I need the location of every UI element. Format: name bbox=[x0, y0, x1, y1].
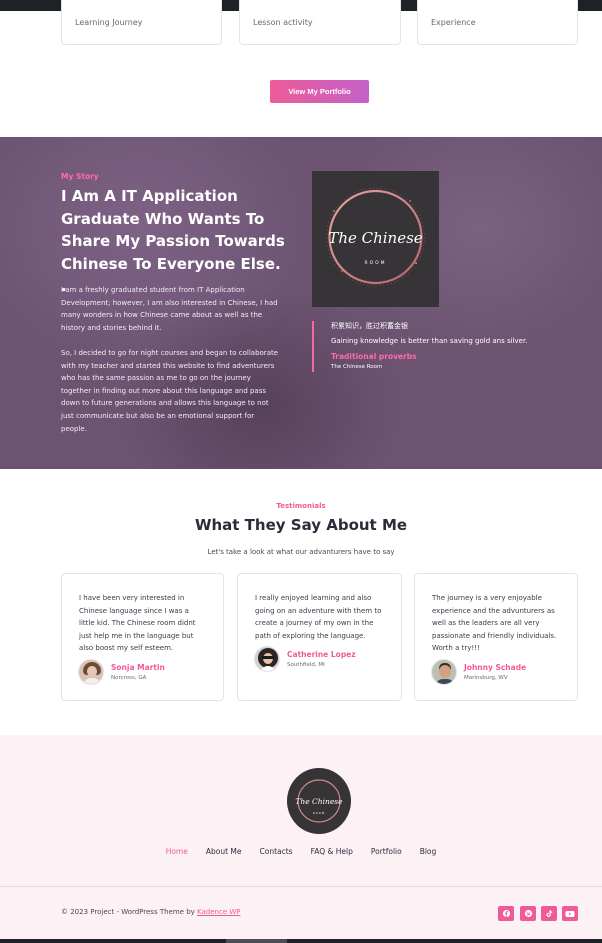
author-location: Norcross, GA bbox=[111, 675, 147, 681]
kadence-wp-link[interactable]: Kadence WP bbox=[197, 908, 240, 916]
avatar bbox=[431, 659, 457, 685]
footer-nav-faq-help[interactable]: FAQ & Help bbox=[311, 847, 353, 856]
author-location: Marinsburg, WV bbox=[464, 675, 508, 681]
author-name: Sonja Martin bbox=[111, 663, 165, 672]
tiktok-icon[interactable] bbox=[541, 906, 557, 921]
author-name: Catherine Lopez bbox=[287, 650, 356, 659]
quote-english: Gaining knowledge is better than saving … bbox=[331, 337, 528, 345]
footer-nav-portfolio[interactable]: Portfolio bbox=[371, 847, 402, 856]
view-portfolio-button[interactable]: View My Portfolio bbox=[270, 80, 369, 103]
footer-nav-blog[interactable]: Blog bbox=[420, 847, 437, 856]
story-paragraph: I am a freshly graduated student from IT… bbox=[61, 286, 278, 332]
footer-logo[interactable]: The Chinese ROOM bbox=[287, 768, 351, 834]
author-name: Johnny Schade bbox=[464, 663, 527, 672]
browser-bottom-bar bbox=[0, 939, 602, 943]
feature-card-learning-journey[interactable]: Learning Journey bbox=[61, 0, 222, 45]
avatar bbox=[78, 659, 104, 685]
quote-source: The Chinese Room bbox=[331, 364, 383, 370]
feature-card-label: Lesson activity bbox=[253, 18, 313, 27]
footer-nav-about-me[interactable]: About Me bbox=[206, 847, 242, 856]
section-eyebrow: Testimonials bbox=[276, 502, 326, 510]
site-footer: The Chinese ROOM Home About Me Contacts … bbox=[0, 735, 602, 943]
logo-ring-icon: The Chinese ROOM bbox=[326, 187, 425, 287]
my-story-section: My Story I Am A IT Application Graduate … bbox=[0, 137, 602, 469]
testimonial-card: I really enjoyed learning and also going… bbox=[237, 573, 402, 701]
svg-text:ROOM: ROOM bbox=[313, 811, 325, 815]
footer-nav-contacts[interactable]: Contacts bbox=[260, 847, 293, 856]
youtube-icon[interactable] bbox=[562, 906, 578, 921]
feature-card-label: Learning Journey bbox=[75, 18, 143, 27]
quote-chinese: 积累知识，胜过积蓄金银 bbox=[331, 322, 408, 330]
feature-card-label: Experience bbox=[431, 18, 476, 27]
proverb-quote: 积累知识，胜过积蓄金银 Gaining knowledge is better … bbox=[312, 321, 552, 372]
story-paragraph: So, I decided to go for night courses an… bbox=[61, 349, 279, 433]
pinterest-icon[interactable] bbox=[520, 906, 536, 921]
svg-text:The Chinese: The Chinese bbox=[295, 797, 343, 806]
feature-card-experience[interactable]: Experience bbox=[417, 0, 578, 45]
copyright-prefix: © 2023 Project - WordPress Theme by bbox=[61, 908, 198, 916]
testimonial-author: Sonja Martin Norcross, GA bbox=[78, 659, 165, 685]
author-location: Southfield, MI bbox=[287, 662, 325, 668]
testimonial-text: I have been very interested in Chinese l… bbox=[79, 594, 196, 653]
quote-label: Traditional proverbs bbox=[331, 352, 417, 361]
testimonial-card: I have been very interested in Chinese l… bbox=[61, 573, 224, 701]
chinese-room-logo: The Chinese ROOM bbox=[312, 171, 439, 307]
feature-cards: Learning Journey Lesson activity Experie… bbox=[61, 0, 578, 45]
testimonial-author: Johnny Schade Marinsburg, WV bbox=[431, 659, 526, 685]
testimonial-text: The journey is a very enjoyable experien… bbox=[432, 594, 557, 653]
testimonials-subtitle: Let's take a look at what our advanturer… bbox=[207, 548, 395, 556]
svg-text:ROOM: ROOM bbox=[364, 260, 386, 266]
section-eyebrow: My Story bbox=[61, 172, 99, 181]
story-heading: I Am A IT Application Graduate Who Wants… bbox=[61, 187, 285, 295]
testimonials-heading: What They Say About Me bbox=[194, 516, 408, 534]
facebook-icon[interactable] bbox=[498, 906, 514, 921]
testimonial-text: I really enjoyed learning and also going… bbox=[255, 594, 382, 640]
feature-card-lesson-activity[interactable]: Lesson activity bbox=[239, 0, 401, 45]
copyright-text: © 2023 Project - WordPress Theme by Kade… bbox=[61, 908, 240, 916]
footer-nav-home[interactable]: Home bbox=[166, 847, 188, 856]
svg-text:The Chinese: The Chinese bbox=[328, 229, 422, 247]
logo-ring-icon: The Chinese ROOM bbox=[295, 779, 343, 823]
testimonial-card: The journey is a very enjoyable experien… bbox=[414, 573, 578, 701]
avatar bbox=[254, 646, 280, 672]
footer-divider bbox=[0, 886, 602, 887]
testimonial-author: Catherine Lopez Southfield, MI bbox=[254, 646, 356, 672]
scroll-indicator bbox=[226, 939, 287, 943]
footer-nav: Home About Me Contacts FAQ & Help Portfo… bbox=[0, 847, 602, 856]
